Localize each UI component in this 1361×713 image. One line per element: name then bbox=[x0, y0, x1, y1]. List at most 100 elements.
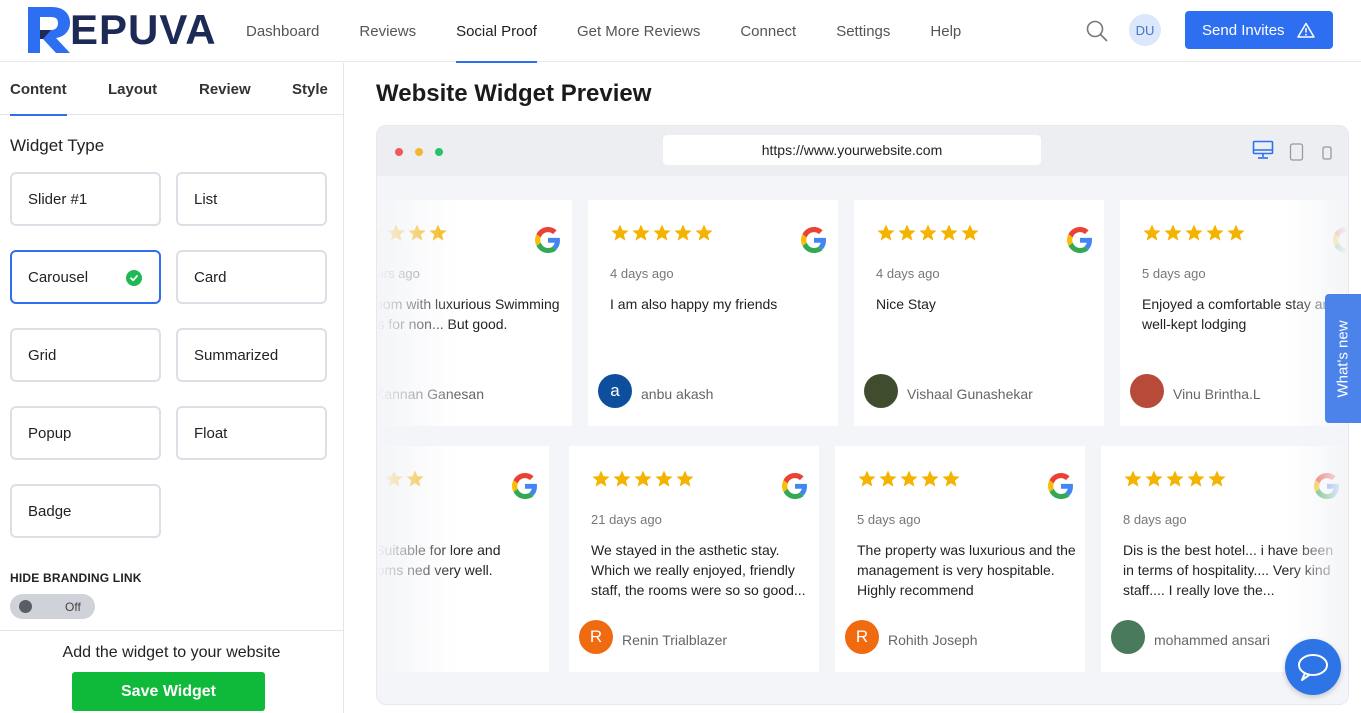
star-icon bbox=[695, 224, 713, 241]
star-icon bbox=[655, 470, 673, 487]
google-icon bbox=[535, 227, 561, 253]
whats-new-label: What's new bbox=[1334, 319, 1352, 398]
tab-content[interactable]: Content bbox=[10, 81, 67, 116]
settings-panel: Content Layout Review Style Widget Type … bbox=[0, 63, 344, 713]
reviewer-name: Rohith Joseph bbox=[888, 632, 978, 648]
widget-type-label: Card bbox=[194, 268, 227, 286]
nav-dashboard[interactable]: Dashboard bbox=[226, 0, 339, 62]
toggle-state: Off bbox=[65, 600, 81, 614]
tablet-icon[interactable] bbox=[1289, 143, 1305, 161]
review-date: 4 days ago bbox=[876, 266, 940, 281]
reviewer-name: Kannan Ganesan bbox=[376, 386, 484, 402]
review-card[interactable]: 5 days ago The property was luxurious and… bbox=[835, 446, 1085, 672]
whats-new-tab[interactable]: What's new bbox=[1325, 294, 1361, 423]
review-card[interactable]: 21 days ago We stayed in the asthetic sta… bbox=[569, 446, 819, 672]
reviewer-avatar bbox=[864, 374, 898, 408]
star-icon bbox=[611, 224, 629, 241]
tab-style[interactable]: Style bbox=[292, 81, 328, 98]
user-avatar[interactable]: DU bbox=[1129, 14, 1161, 46]
nav-reviews[interactable]: Reviews bbox=[339, 0, 436, 62]
reviewer-name: mohammed ansari bbox=[1154, 632, 1270, 648]
rating-stars bbox=[876, 223, 980, 243]
widget-type-label: Carousel bbox=[28, 268, 89, 286]
widget-type-label: Summarized bbox=[194, 346, 279, 364]
rating-stars bbox=[1123, 469, 1227, 489]
nav-connect[interactable]: Connect bbox=[720, 0, 816, 62]
review-date: 4 days ago bbox=[610, 266, 674, 281]
widget-type-label: Slider #1 bbox=[28, 190, 88, 208]
top-navbar: EPUVA Dashboard Reviews Social Proof Get… bbox=[0, 0, 1361, 63]
send-invites-button[interactable]: Send Invites bbox=[1185, 11, 1333, 49]
widget-type-carousel[interactable]: Carousel bbox=[10, 250, 161, 304]
widget-type-list[interactable]: List bbox=[176, 172, 327, 226]
repuva-logo[interactable]: EPUVA bbox=[26, 4, 217, 56]
review-date: 21 hours ago bbox=[376, 266, 420, 281]
desktop-icon[interactable] bbox=[1252, 140, 1274, 160]
review-card[interactable]: 4 days ago I am also happy my friends a anb… bbox=[588, 200, 838, 426]
star-icon bbox=[387, 224, 405, 241]
review-text: I am also happy my friends bbox=[610, 296, 778, 312]
star-icon bbox=[1187, 470, 1205, 487]
hide-branding-toggle[interactable]: Off bbox=[10, 594, 95, 619]
star-icon bbox=[1208, 470, 1226, 487]
review-text: We stayed in the asthetic stay. Which we… bbox=[591, 542, 806, 598]
review-card[interactable]: 4 days ago Nice Stay Vishaal Gunashekar bbox=[854, 200, 1104, 426]
review-date: 5 days ago bbox=[857, 512, 921, 527]
review-date: 5 days ago bbox=[1142, 266, 1206, 281]
star-icon bbox=[1145, 470, 1163, 487]
google-icon bbox=[1067, 227, 1093, 253]
review-date: 8 days ago bbox=[1123, 512, 1187, 527]
google-icon bbox=[801, 227, 827, 253]
star-icon bbox=[385, 470, 403, 487]
nav-social-proof[interactable]: Social Proof bbox=[436, 0, 557, 63]
star-icon bbox=[858, 470, 876, 487]
close-dot-icon bbox=[395, 148, 403, 156]
tab-layout[interactable]: Layout bbox=[108, 81, 157, 98]
tab-review[interactable]: Review bbox=[199, 81, 251, 98]
rating-stars bbox=[857, 469, 961, 489]
widget-type-badge[interactable]: Badge bbox=[10, 484, 161, 538]
reviewer-name: Vinu Brintha.L bbox=[1173, 386, 1261, 402]
chat-button[interactable] bbox=[1285, 639, 1341, 695]
nav-settings[interactable]: Settings bbox=[816, 0, 910, 62]
star-icon bbox=[377, 476, 382, 487]
nav-help[interactable]: Help bbox=[910, 0, 981, 62]
review-card[interactable]: 5 days ago Enjoyed a comfortable stay and… bbox=[1120, 200, 1348, 426]
star-icon bbox=[900, 470, 918, 487]
review-date: 21 days ago bbox=[591, 512, 662, 527]
google-icon bbox=[1333, 227, 1348, 253]
reviewer-name: Vishaal Gunashekar bbox=[907, 386, 1033, 402]
widget-type-label: Float bbox=[194, 424, 228, 442]
review-card[interactable]: ly stay... Suitable for lore and family,… bbox=[377, 446, 549, 672]
toggle-knob bbox=[19, 600, 32, 613]
browser-toolbar: https://www.yourwebsite.com bbox=[377, 126, 1348, 176]
mobile-icon[interactable] bbox=[1321, 146, 1333, 160]
rating-stars bbox=[377, 469, 425, 489]
rating-stars bbox=[377, 223, 448, 243]
widget-type-label: Grid bbox=[28, 346, 57, 364]
star-icon bbox=[877, 224, 895, 241]
widget-type-float[interactable]: Float bbox=[176, 406, 327, 460]
url-bar: https://www.yourwebsite.com bbox=[663, 135, 1041, 165]
star-icon bbox=[1227, 224, 1245, 241]
widget-type-popup[interactable]: Popup bbox=[10, 406, 161, 460]
widget-type-grid[interactable]: Grid bbox=[10, 328, 161, 382]
maximize-dot-icon bbox=[435, 148, 443, 156]
rating-stars bbox=[591, 469, 695, 489]
reviewer-avatar: a bbox=[598, 374, 632, 408]
nav-get-more-reviews[interactable]: Get More Reviews bbox=[557, 0, 720, 62]
star-icon bbox=[377, 229, 384, 241]
star-icon bbox=[1185, 224, 1203, 241]
widget-type-slider[interactable]: Slider #1 bbox=[10, 172, 161, 226]
star-icon bbox=[632, 224, 650, 241]
save-widget-button[interactable]: Save Widget bbox=[72, 672, 265, 711]
check-icon bbox=[126, 270, 142, 286]
widget-type-card[interactable]: Card bbox=[176, 250, 327, 304]
star-icon bbox=[676, 470, 694, 487]
add-widget-text: Add the widget to your website bbox=[62, 644, 281, 661]
star-icon bbox=[634, 470, 652, 487]
widget-type-summarized[interactable]: Summarized bbox=[176, 328, 327, 382]
rating-stars bbox=[1142, 223, 1246, 243]
review-card[interactable]: 21 hours ago ous room with luxurious Swim… bbox=[376, 200, 572, 426]
search-icon[interactable] bbox=[1086, 20, 1108, 42]
